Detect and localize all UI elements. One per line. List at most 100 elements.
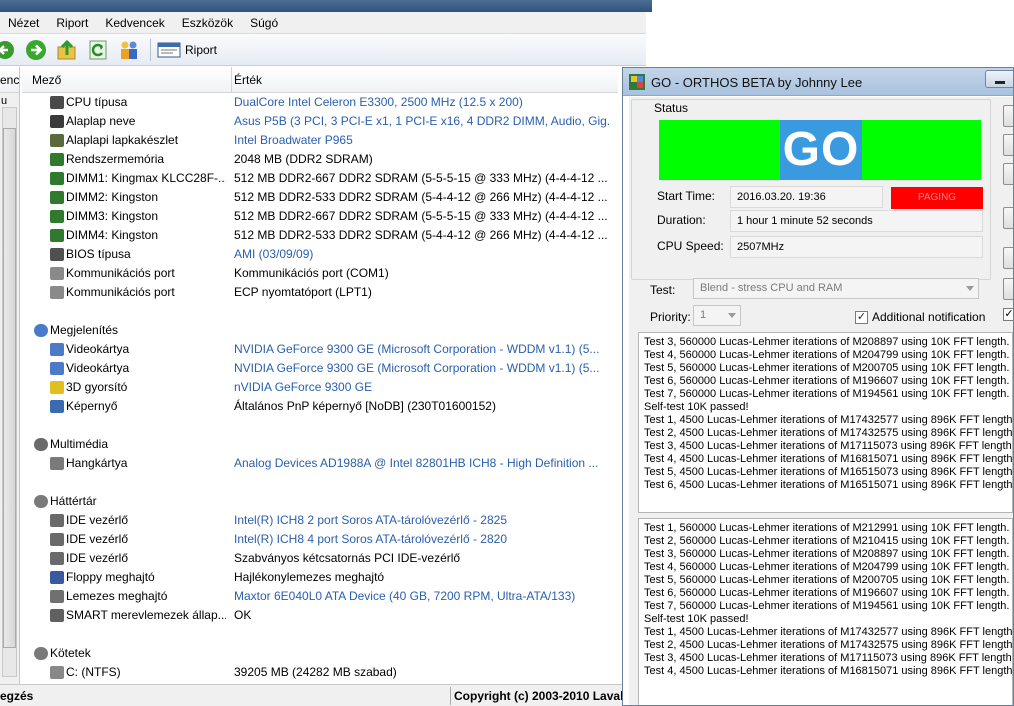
list-item[interactable]: DIMM2: Kingston 512 MB DDR2-533 DDR2 SDRA… xyxy=(22,188,622,207)
side-button-4[interactable] xyxy=(1003,207,1013,229)
menu-item-help[interactable]: Súgó xyxy=(250,16,278,30)
field-name: IDE vezérlő xyxy=(66,551,129,565)
menu-item-tools[interactable]: Eszközök xyxy=(182,16,233,30)
list-item[interactable]: Kommunikációs port ECP nyomtatóport (LPT1… xyxy=(22,283,622,302)
log-line: Test 3, 4500 Lucas-Lehmer iterations of … xyxy=(644,440,1013,452)
side-button-5[interactable] xyxy=(1003,247,1013,269)
hard-disk-icon xyxy=(50,590,64,603)
field-name: Kommunikációs port xyxy=(66,285,175,299)
list-item[interactable]: C: (NTFS) 39205 MB (24282 MB szabad) xyxy=(22,663,622,682)
menu-item-view[interactable]: Nézet xyxy=(8,16,39,30)
log-line: Test 6, 560000 Lucas-Lehmer iterations o… xyxy=(644,587,1010,599)
log-panel-2[interactable]: Test 1, 560000 Lucas-Lehmer iterations o… xyxy=(638,518,1013,705)
field-value-link[interactable]: Intel(R) ICH8 2 port Soros ATA-tárolóvez… xyxy=(234,511,610,530)
log-panel-1[interactable]: Test 3, 560000 Lucas-Lehmer iterations o… xyxy=(638,332,1013,513)
list-item[interactable]: Képernyő Általános PnP képernyő [NoDB] (2… xyxy=(22,397,622,416)
list-item[interactable]: Kommunikációs port Kommunikációs port (CO… xyxy=(22,264,622,283)
list-item[interactable]: 3D gyorsító nVIDIA GeForce 9300 GE xyxy=(22,378,622,397)
log-line: Test 4, 4500 Lucas-Lehmer iterations of … xyxy=(644,453,1013,465)
test-select[interactable]: Blend - stress CPU and RAM xyxy=(693,278,979,299)
log-line: Test 2, 4500 Lucas-Lehmer iterations of … xyxy=(644,427,1013,439)
field-value: 39205 MB (24282 MB szabad) xyxy=(234,665,397,679)
list-item[interactable]: IDE vezérlő Intel(R) ICH8 4 port Soros AT… xyxy=(22,530,622,549)
section-header[interactable]: Kötetek xyxy=(22,644,622,663)
everest-window: Nézet Riport Kedvencek Eszközök Súgó Rip… xyxy=(0,0,652,706)
list-item[interactable]: Floppy meghajtó Hajlékonylemezes meghajtó xyxy=(22,568,622,587)
priority-select[interactable]: 1 xyxy=(693,305,741,326)
side-button-1[interactable] xyxy=(1003,105,1013,127)
field-value-link[interactable]: NVIDIA GeForce 9300 GE (Microsoft Corpor… xyxy=(234,359,610,378)
status-divider xyxy=(450,687,451,705)
refresh-icon[interactable] xyxy=(87,39,109,61)
forward-icon[interactable] xyxy=(25,39,47,61)
field-value-link[interactable]: DualCore Intel Celeron E3300, 2500 MHz (… xyxy=(234,93,610,112)
menu-item-favorites[interactable]: Kedvencek xyxy=(105,16,164,30)
list-item[interactable]: Alaplap neve Asus P5B (3 PCI, 3 PCI-E x1,… xyxy=(22,112,622,131)
list-item[interactable]: IDE vezérlő Szabványos kétcsatornás PCI I… xyxy=(22,549,622,568)
log-line: Test 5, 560000 Lucas-Lehmer iterations o… xyxy=(644,362,1010,374)
log-line: Test 4, 560000 Lucas-Lehmer iterations o… xyxy=(644,349,1010,361)
field-name: Floppy meghajtó xyxy=(66,570,155,584)
minimize-button[interactable] xyxy=(985,70,1013,88)
field-name: CPU típusa xyxy=(66,95,128,109)
field-value: 2048 MB (DDR2 SDRAM) xyxy=(234,152,373,166)
cpu-icon xyxy=(50,96,64,109)
list-item[interactable]: Hangkártya Analog Devices AD1988A @ Intel… xyxy=(22,454,622,473)
field-name: Alaplap neve xyxy=(66,114,136,128)
additional-notification-checkbox[interactable]: ✓ xyxy=(855,311,868,324)
memory-icon xyxy=(50,191,64,204)
list-item[interactable]: Lemezes meghajtó Maxtor 6E040L0 ATA Devic… xyxy=(22,587,622,606)
report-icon xyxy=(157,42,181,57)
list-item[interactable]: Rendszermemória 2048 MB (DDR2 SDRAM) xyxy=(22,150,622,169)
field-value-link[interactable]: nVIDIA GeForce 9300 GE xyxy=(234,378,610,397)
tree-scrollbar[interactable] xyxy=(2,107,17,677)
field-value-link[interactable]: Intel Broadwater P965 xyxy=(234,131,610,150)
section-header[interactable]: Megjelenítés xyxy=(22,321,622,340)
list-item[interactable]: DIMM1: Kingmax KLCC28F-... 512 MB DDR2-66… xyxy=(22,169,622,188)
list-item[interactable]: BIOS típusa AMI (03/09/09) xyxy=(22,245,622,264)
column-header-value[interactable]: Érték xyxy=(234,67,262,93)
field-name: SMART merevlemezek állap... xyxy=(66,608,226,622)
back-icon[interactable] xyxy=(0,39,16,61)
users-icon[interactable] xyxy=(118,39,140,61)
field-value-link[interactable]: Analog Devices AD1988A @ Intel 82801HB I… xyxy=(234,454,610,473)
field-name: Hangkártya xyxy=(66,456,128,470)
list-item[interactable]: Videokártya NVIDIA GeForce 9300 GE (Micro… xyxy=(22,359,622,378)
field-name: DIMM4: Kingston xyxy=(66,228,159,242)
section-header[interactable]: Multimédia xyxy=(22,435,622,454)
field-name: IDE vezérlő xyxy=(66,532,129,546)
motherboard-icon xyxy=(50,115,64,128)
menu-item-report[interactable]: Riport xyxy=(56,16,88,30)
list-item[interactable]: Videokártya NVIDIA GeForce 9300 GE (Micro… xyxy=(22,340,622,359)
priority-label: Priority: xyxy=(650,310,691,324)
column-header-field[interactable]: Mező xyxy=(32,67,232,93)
field-name: C: (NTFS) xyxy=(66,665,121,679)
field-value-link[interactable]: AMI (03/09/09) xyxy=(234,245,610,264)
up-folder-icon[interactable] xyxy=(56,39,78,61)
list-item[interactable]: DIMM4: Kingston 512 MB DDR2-533 DDR2 SDRA… xyxy=(22,226,622,245)
field-name: Videokártya xyxy=(66,342,130,356)
list-item[interactable]: CPU típusa DualCore Intel Celeron E3300, … xyxy=(22,93,622,112)
list-item[interactable]: IDE vezérlő Intel(R) ICH8 2 port Soros AT… xyxy=(22,511,622,530)
duration-label: Duration: xyxy=(657,213,706,227)
report-button[interactable]: Riport xyxy=(157,42,217,58)
status-group: Status GO Start Time: 2016.03.20. 19:36 … xyxy=(631,99,991,280)
side-button-6[interactable] xyxy=(1003,278,1013,300)
tree-scrollbar-thumb[interactable] xyxy=(3,128,16,648)
start-time-label: Start Time: xyxy=(657,189,716,203)
menu-bar: Nézet Riport Kedvencek Eszközök Súgó xyxy=(0,12,646,34)
list-item[interactable]: SMART merevlemezek állap... OK xyxy=(22,606,622,625)
field-value-link[interactable]: NVIDIA GeForce 9300 GE (Microsoft Corpor… xyxy=(234,340,610,359)
field-value-link[interactable]: Intel(R) ICH8 4 port Soros ATA-tárolóvez… xyxy=(234,530,610,549)
side-checkbox[interactable]: ✓ xyxy=(1003,308,1013,321)
side-button-3[interactable] xyxy=(1003,163,1013,185)
field-value-link[interactable]: Maxtor 6E040L0 ATA Device (40 GB, 7200 R… xyxy=(234,587,610,606)
list-item[interactable]: Alaplapi lapkakészlet Intel Broadwater P9… xyxy=(22,131,622,150)
field-value-link[interactable]: Asus P5B (3 PCI, 3 PCI-E x1, 1 PCI-E x16… xyxy=(234,112,610,131)
section-header[interactable]: Háttértár xyxy=(22,492,622,511)
list-item[interactable]: DIMM3: Kingston 512 MB DDR2-667 DDR2 SDRA… xyxy=(22,207,622,226)
duration-value: 1 hour 1 minute 52 seconds xyxy=(730,210,983,232)
orthos-client-area: Status GO Start Time: 2016.03.20. 19:36 … xyxy=(629,97,1013,705)
side-button-2[interactable] xyxy=(1003,134,1013,156)
log-line: Test 6, 560000 Lucas-Lehmer iterations o… xyxy=(644,375,1010,387)
